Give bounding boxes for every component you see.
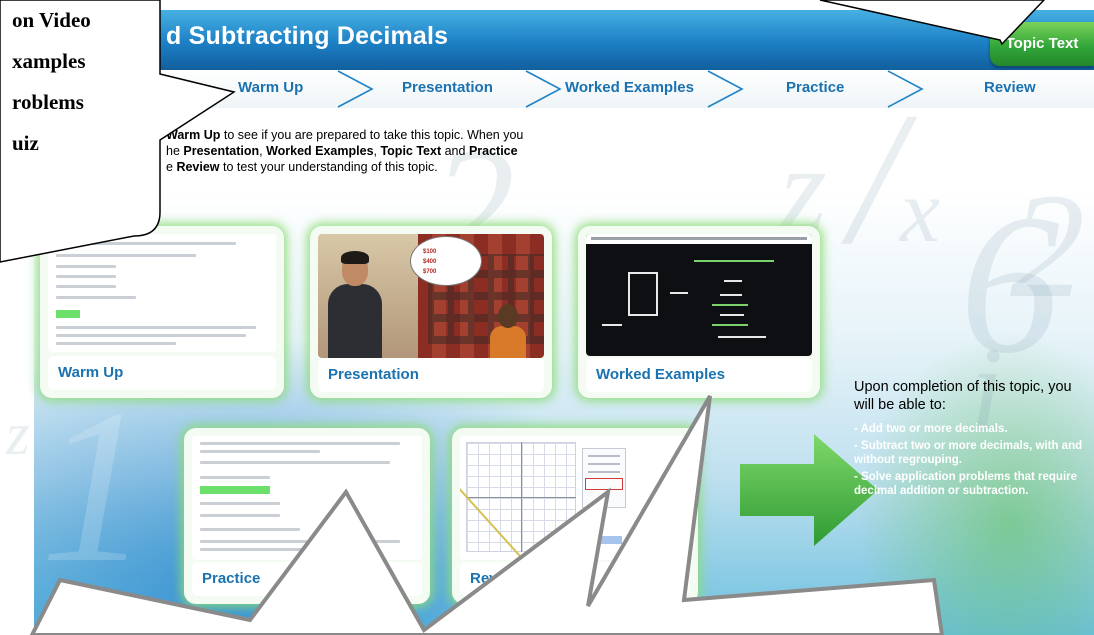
tab-worked-examples[interactable]: Worked Examples [565,79,694,96]
review-thumbnail [460,436,690,560]
learning-outcomes: Upon completion of this topic, you will … [854,378,1090,501]
topic-text-button[interactable]: Topic Text [990,22,1094,66]
tab-practice[interactable]: Practice [786,79,844,96]
intro-line: he Presentation, Worked Examples, Topic … [166,143,686,159]
text-line [200,450,320,453]
warm-up-card-label: Warm Up [48,356,276,390]
callout-line: xamples [12,49,86,73]
intro-line: e Review to test your understanding of t… [166,159,686,175]
callout-line: on Video [12,8,91,32]
review-card[interactable]: Review [452,428,698,604]
text-line [200,514,280,517]
student-body [490,326,526,358]
text-line [56,326,256,329]
outcome-item: - Add two or more decimals. [854,423,1008,435]
chalk-mark [720,314,744,316]
text-line [200,442,400,445]
student-head [498,304,518,328]
presentation-card-label: Presentation [318,358,544,392]
bubble-text: $700 [423,269,437,275]
text-line [588,471,620,473]
rectangle-drawing [628,272,658,316]
chalk-mark [718,336,766,338]
math-watermark: 2 [1010,163,1085,329]
practice-card[interactable]: Practice [184,428,430,604]
intro-bold-practice: Practice [468,144,518,158]
bubble-text: $400 [423,259,437,265]
speech-bubble: $100 $400 $700 [410,236,482,286]
chalk-mark [724,280,742,282]
outcomes-list: - Add two or more decimals. - Subtract t… [854,422,1090,499]
chevron-right-icon [337,70,374,108]
chalk-mark [712,304,748,306]
presentation-video-preview: $100 $400 $700 [318,234,544,358]
presenter-hair [341,251,369,264]
text-line [591,237,807,240]
text-line [56,275,116,278]
presentation-thumbnail: $100 $400 $700 [318,234,544,358]
intro-fragment: and [441,144,469,158]
math-watermark: z [6,401,30,467]
text-line [200,548,380,551]
text-line [56,285,116,288]
worked-examples-card-label: Worked Examples [586,358,812,392]
outcomes-title: Upon completion of this topic, you will … [854,379,1072,413]
practice-thumbnail [192,436,422,560]
chevron-right-icon [525,70,562,108]
intro-bold-topic-text: Topic Text [380,144,442,158]
tab-review[interactable]: Review [984,79,1036,96]
chevron-right-icon [887,70,924,108]
callout-line: roblems [12,90,84,114]
student-figure [488,304,528,358]
text-line [588,463,620,465]
text-line [200,461,390,464]
problem-header [586,234,812,244]
blackboard-preview [586,234,812,356]
answer-highlight [200,486,270,494]
intro-bold-worked-examples: Worked Examples [266,144,374,158]
outcome-item: - Subtract two or more decimals, with an… [854,439,1083,467]
answer-highlight [56,310,80,318]
text-line [200,502,280,505]
text-line [200,528,300,531]
chalk-mark [694,260,774,262]
chalk-mark [602,324,622,326]
presentation-card[interactable]: $100 $400 $700 Presentation [310,226,552,398]
graph-preview [460,436,690,560]
y-axis [521,442,522,552]
chalk-mark [720,294,742,296]
math-watermark: x [900,162,940,261]
bubble-text: $100 [423,249,437,255]
presenter-body [328,284,382,358]
worked-examples-thumbnail [586,234,812,356]
chalk-mark [670,292,688,294]
answer-box [585,478,623,490]
intro-fragment: to see if you are prepared to take this … [220,128,524,142]
answer-chip [600,536,622,544]
text-line [588,455,620,457]
practice-preview [192,436,422,560]
tab-presentation[interactable]: Presentation [402,79,493,96]
chalk-mark [712,324,748,326]
intro-text: Warm Up to see if you are prepared to ta… [166,127,686,175]
text-line [56,334,246,337]
intro-fragment: to test your understanding of this topic… [219,160,438,174]
chevron-right-icon [707,70,744,108]
outcome-item: - Solve application problems that requir… [854,470,1078,498]
callout-line: uiz [12,131,39,155]
presenter-figure [324,251,386,358]
review-card-label: Review [460,562,690,596]
text-line [56,342,176,345]
text-line [56,296,136,299]
worked-examples-card[interactable]: Worked Examples [578,226,820,398]
intro-line: Warm Up to see if you are prepared to ta… [166,127,686,143]
callout-left-text: on Video xamples roblems uiz [12,0,91,164]
text-line [200,540,400,543]
tab-warm-up[interactable]: Warm Up [238,79,303,96]
practice-card-label: Practice [192,562,422,596]
text-line [200,476,270,479]
